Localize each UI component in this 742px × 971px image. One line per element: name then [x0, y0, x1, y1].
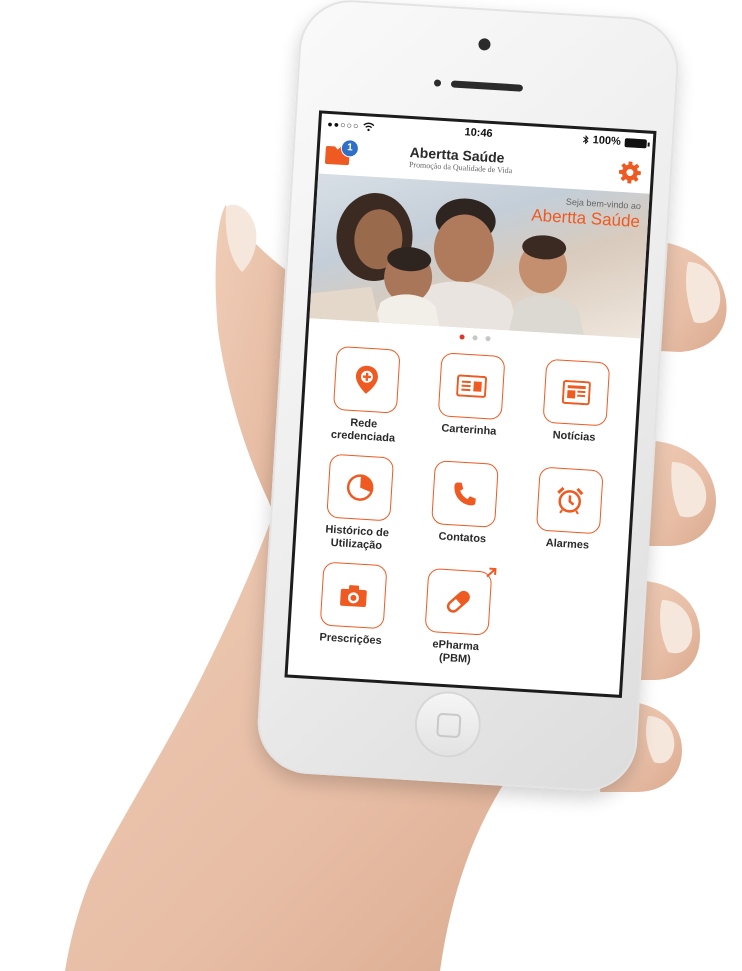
tile-label: Histórico de Utilização	[325, 523, 390, 553]
tile-icon-box	[332, 345, 401, 414]
pie-chart-icon	[346, 474, 374, 501]
gear-icon	[618, 161, 641, 184]
tile-label: Alarmes	[545, 537, 590, 552]
banner-text: Seja bem-vindo ao Abertta Saúde	[531, 195, 641, 233]
carousel-dot[interactable]	[471, 334, 478, 340]
signal-strength: ●●○○○	[327, 118, 360, 131]
tile-icon-box	[319, 561, 388, 630]
tile-label: Rede credenciada	[330, 416, 396, 445]
tile-label: Prescrições	[319, 631, 383, 648]
location-pin-icon	[355, 365, 378, 394]
settings-button[interactable]	[618, 161, 641, 184]
menu-alarmes[interactable]: Alarmes	[514, 465, 625, 567]
tile-label: Carterinha	[441, 422, 497, 438]
menu-grid: Rede credenciada Carterinha Notícias His…	[289, 336, 640, 676]
carousel-dot-active[interactable]	[458, 333, 465, 340]
proximity-sensor	[433, 79, 442, 87]
menu-rede-credenciada[interactable]: Rede credenciada	[310, 345, 421, 447]
menu-prescricoes[interactable]: Prescrições	[297, 560, 408, 662]
status-right: 100%	[582, 134, 647, 150]
tile-label: ePharma (PBM)	[432, 638, 480, 666]
phone-device: ●●○○○ 10:46 100% 1 Abertta Saúde Promoçã…	[254, 0, 682, 794]
carousel-dot[interactable]	[484, 335, 491, 341]
battery-icon	[624, 137, 647, 148]
newspaper-icon	[562, 379, 592, 406]
home-square-icon	[436, 712, 462, 739]
app-screen: ●●○○○ 10:46 100% 1 Abertta Saúde Promoçã…	[284, 110, 657, 698]
menu-contatos[interactable]: Contatos	[409, 459, 520, 561]
tile-icon-box	[536, 466, 605, 535]
status-time: 10:46	[464, 126, 493, 141]
camera-icon	[339, 585, 367, 608]
unread-badge: 1	[340, 138, 360, 158]
tile-icon-box	[542, 358, 611, 427]
menu-carterinha[interactable]: Carterinha	[415, 351, 526, 453]
id-card-icon	[456, 374, 488, 398]
battery-percent: 100%	[592, 134, 622, 148]
messages-button[interactable]: 1	[324, 138, 360, 168]
menu-noticias[interactable]: Notícias	[520, 357, 631, 459]
phone-icon	[454, 482, 476, 506]
menu-historico-de-utilizacao[interactable]: Histórico de Utilização	[303, 452, 414, 554]
earpiece-speaker	[450, 80, 524, 92]
hero-banner[interactable]: Seja bem-vindo ao Abertta Saúde	[309, 173, 650, 339]
pill-icon	[446, 590, 470, 613]
tile-icon-box	[431, 460, 499, 528]
tile-icon-box	[424, 567, 497, 636]
menu-epharma-pbm[interactable]: ePharma (PBM)	[402, 567, 513, 669]
wifi-icon	[363, 122, 375, 131]
tile-label: Notícias	[552, 429, 596, 444]
status-left: ●●○○○	[327, 119, 375, 132]
bluetooth-icon	[582, 134, 589, 145]
tile-icon-box	[325, 453, 394, 522]
home-button[interactable]	[412, 689, 483, 760]
app-brand: Abertta Saúde Promoção da Qualidade de V…	[409, 144, 514, 176]
external-link-icon	[486, 567, 497, 578]
tile-icon-box	[437, 352, 506, 421]
alarm-clock-icon	[557, 486, 584, 515]
tile-label: Contatos	[438, 530, 487, 546]
front-camera	[478, 37, 491, 51]
